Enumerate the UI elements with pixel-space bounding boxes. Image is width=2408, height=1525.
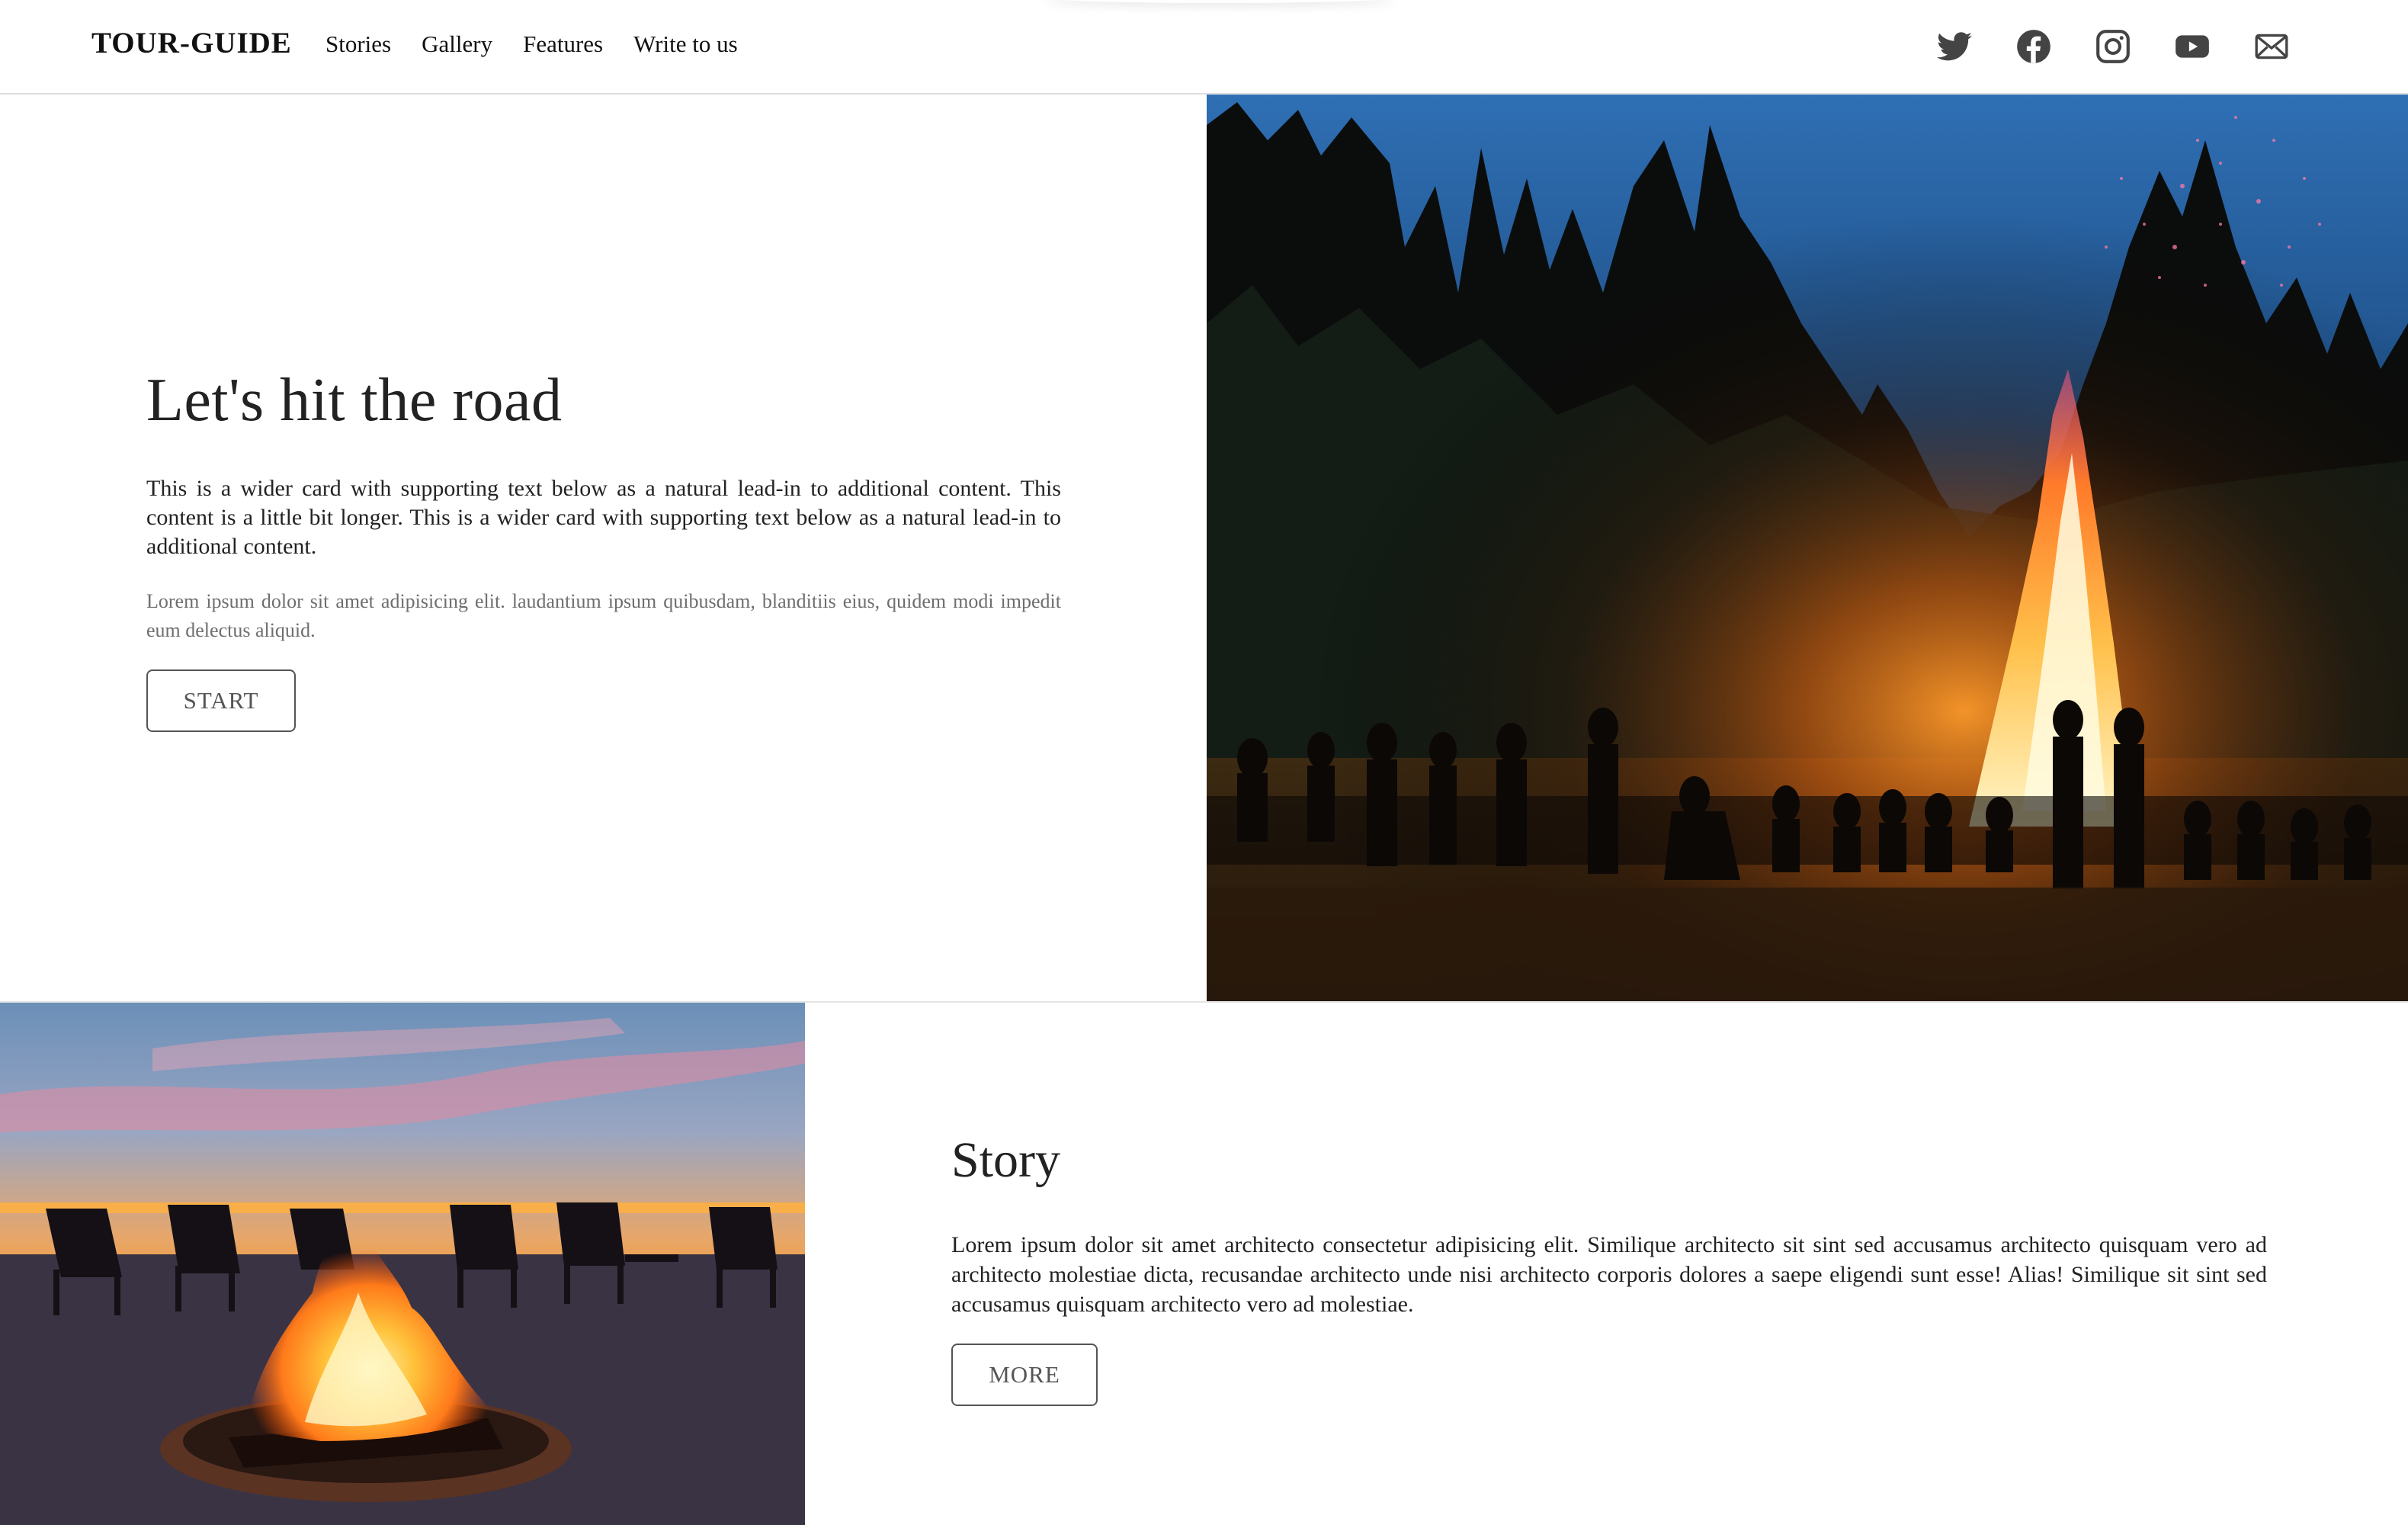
social-links — [1933, 27, 2293, 66]
nav-write-to-us[interactable]: Write to us — [633, 30, 738, 58]
instagram-icon[interactable] — [2092, 27, 2134, 66]
nav-features[interactable]: Features — [523, 30, 603, 58]
nav-gallery[interactable]: Gallery — [422, 30, 492, 58]
site-header: TOUR-GUIDE Stories Gallery Features Writ… — [0, 0, 2408, 95]
brand-logo[interactable]: TOUR-GUIDE — [91, 26, 292, 60]
main-nav: Stories Gallery Features Write to us — [325, 30, 738, 58]
hero-title: Let's hit the road — [146, 367, 563, 434]
youtube-icon[interactable] — [2171, 27, 2214, 66]
story-title: Story — [951, 1132, 1061, 1188]
story-firepit-image — [0, 1003, 805, 1525]
hero-bonfire-image — [1207, 95, 2408, 1001]
more-button[interactable]: MORE — [951, 1344, 1098, 1406]
mail-icon[interactable] — [2250, 27, 2293, 66]
hero-sub-text: Lorem ipsum dolor sit amet adipisicing e… — [146, 590, 1061, 641]
twitter-icon[interactable] — [1933, 27, 1976, 66]
story-text: Lorem ipsum dolor sit amet architecto co… — [951, 1232, 2267, 1317]
nav-stories[interactable]: Stories — [325, 30, 391, 58]
facebook-icon[interactable] — [2012, 27, 2055, 66]
header-shadow-decoration — [1044, 0, 1395, 3]
hero-lead-text: This is a wider card with supporting tex… — [146, 476, 1061, 559]
start-button[interactable]: START — [146, 669, 296, 732]
